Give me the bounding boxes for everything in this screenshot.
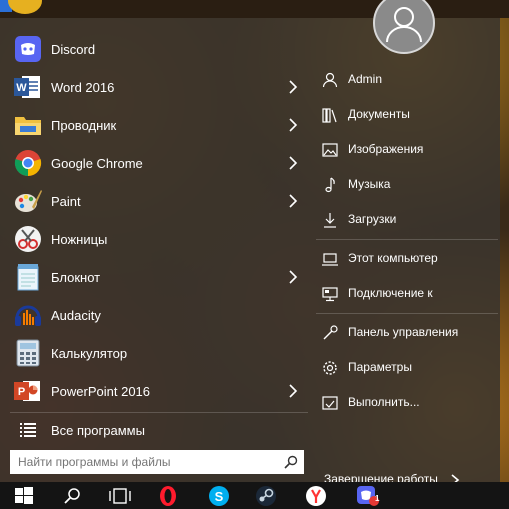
app-label: Google Chrome — [51, 155, 143, 171]
powerpoint-icon: P — [13, 376, 43, 406]
app-label: Калькулятор — [51, 345, 128, 361]
places-label: Параметры — [348, 360, 412, 374]
app-label: PowerPoint 2016 — [51, 383, 151, 399]
places-item-settings[interactable]: Параметры — [308, 351, 500, 385]
word-icon: W — [13, 72, 43, 102]
app-label: Word 2016 — [51, 79, 115, 95]
chevron-right-icon[interactable] — [287, 268, 299, 286]
all-programs-button[interactable]: Все программы — [0, 411, 308, 449]
pictures-icon — [322, 143, 338, 157]
paint-icon — [13, 186, 43, 216]
places-item-control-panel[interactable]: Панель управления — [308, 316, 500, 350]
places-item-downloads[interactable]: Загрузки — [308, 203, 500, 237]
run-icon — [322, 396, 338, 410]
app-item-word[interactable]: W Word 2016 — [0, 68, 308, 106]
chevron-right-icon[interactable] — [287, 116, 299, 134]
discord-icon — [13, 34, 43, 64]
app-item-discord[interactable]: Discord — [0, 30, 308, 68]
app-label: Блокнот — [51, 269, 101, 285]
taskbar: S 1 — [0, 482, 509, 509]
settings-icon — [323, 361, 337, 375]
places-item-connect[interactable]: Подключение к — [308, 277, 500, 311]
connect-icon — [322, 287, 338, 302]
search-icon[interactable] — [52, 482, 92, 509]
app-item-notepad[interactable]: Блокнот — [0, 258, 308, 296]
music-icon — [325, 177, 335, 193]
skype-icon[interactable]: S — [199, 482, 239, 509]
audacity-icon — [13, 300, 43, 330]
app-label: Discord — [51, 41, 96, 57]
places-item-this-pc[interactable]: Этот компьютер — [308, 242, 500, 276]
places-label: Подключение к — [348, 286, 433, 300]
desktop-app-icon[interactable] — [8, 0, 42, 14]
places-item-admin[interactable]: Admin — [308, 63, 500, 97]
search-box[interactable] — [10, 450, 304, 474]
places-label: Панель управления — [348, 325, 459, 339]
app-item-paint[interactable]: Paint — [0, 182, 308, 220]
app-item-explorer[interactable]: Проводник — [0, 106, 308, 144]
yandex-icon[interactable] — [296, 482, 336, 509]
places-label: Документы — [348, 107, 410, 121]
app-item-chrome[interactable]: Google Chrome — [0, 144, 308, 182]
places-item-documents[interactable]: Документы — [308, 98, 500, 132]
task-view-icon[interactable] — [100, 482, 140, 509]
computer-icon — [322, 253, 338, 266]
app-label: Проводник — [51, 117, 117, 133]
control-panel-icon — [323, 325, 338, 340]
svg-text:S: S — [215, 489, 224, 504]
documents-icon — [322, 108, 337, 123]
places-label: Загрузки — [348, 212, 397, 226]
all-programs-label: Все программы — [51, 422, 145, 438]
search-icon[interactable] — [284, 455, 298, 469]
user-icon — [322, 72, 338, 88]
chevron-right-icon[interactable] — [287, 78, 299, 96]
user-avatar-icon — [386, 7, 422, 43]
chrome-icon — [13, 148, 43, 178]
divider — [316, 239, 498, 240]
places-label: Admin — [348, 72, 383, 86]
list-icon — [13, 415, 43, 445]
app-item-audacity[interactable]: Audacity — [0, 296, 308, 334]
divider — [316, 313, 498, 314]
start-menu-places: Admin Документы Изображения Музыка Загру… — [308, 18, 500, 482]
chevron-right-icon[interactable] — [287, 382, 299, 400]
search-input[interactable] — [10, 450, 278, 474]
app-label: Ножницы — [51, 231, 108, 247]
places-item-run[interactable]: Выполнить... — [308, 386, 500, 420]
places-label: Музыка — [348, 177, 391, 191]
app-item-calculator[interactable]: Калькулятор — [0, 334, 308, 372]
scissors-icon — [13, 224, 43, 254]
discord-taskbar-icon[interactable]: 1 — [348, 482, 388, 509]
folder-icon — [13, 110, 43, 140]
start-menu: Discord W Word 2016 Проводник Google Chr… — [0, 18, 500, 486]
downloads-icon — [324, 213, 336, 228]
notepad-icon — [13, 262, 43, 292]
chevron-right-icon[interactable] — [287, 192, 299, 210]
app-label: Audacity — [51, 307, 101, 323]
svg-text:P: P — [18, 386, 25, 398]
places-item-music[interactable]: Музыка — [308, 168, 500, 202]
svg-text:W: W — [16, 82, 27, 94]
places-label: Этот компьютер — [348, 251, 438, 265]
places-item-pictures[interactable]: Изображения — [308, 133, 500, 167]
start-menu-app-list: Discord W Word 2016 Проводник Google Chr… — [0, 18, 308, 482]
app-label: Paint — [51, 193, 81, 209]
app-item-snipping[interactable]: Ножницы — [0, 220, 308, 258]
app-item-powerpoint[interactable]: P PowerPoint 2016 — [0, 372, 308, 410]
places-label: Изображения — [348, 142, 424, 156]
places-label: Выполнить... — [348, 395, 420, 409]
windows-start-icon[interactable] — [4, 482, 44, 509]
notification-badge: 1 — [375, 494, 380, 503]
calculator-icon — [13, 338, 43, 368]
steam-icon[interactable] — [246, 482, 286, 509]
opera-icon[interactable] — [148, 482, 188, 509]
chevron-right-icon[interactable] — [287, 154, 299, 172]
